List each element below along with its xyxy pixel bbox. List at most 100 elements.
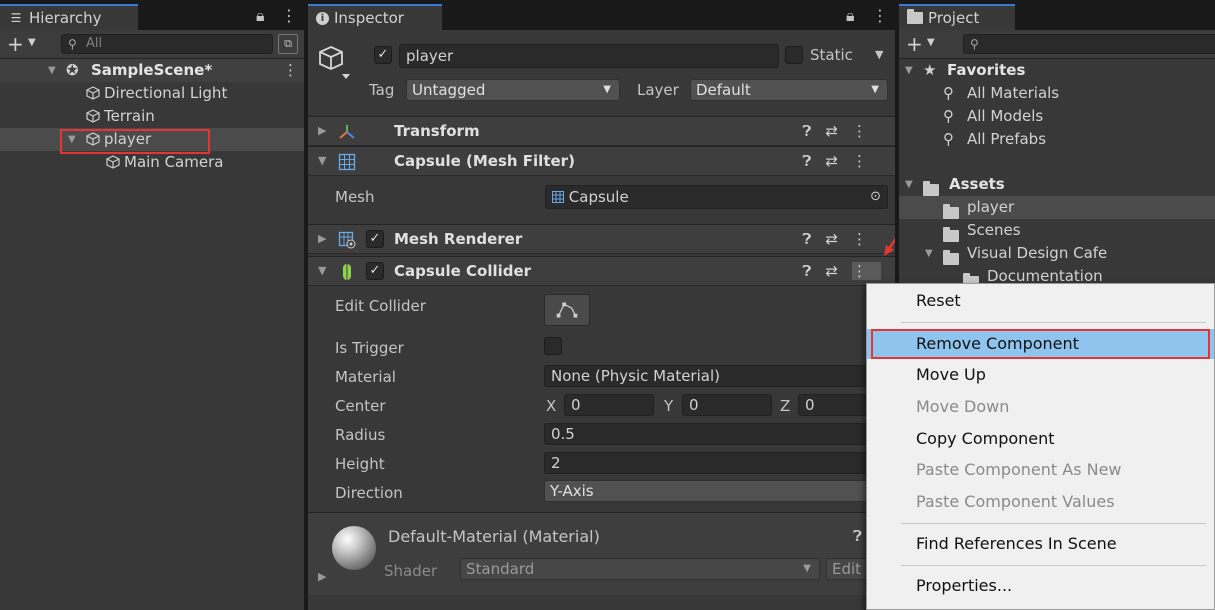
menu-item-paste-component-as-new: Paste Component As New: [916, 460, 1122, 479]
menu-item-move-up[interactable]: Move Up: [867, 360, 1214, 390]
foldout-expanded-icon[interactable]: ▼: [905, 59, 913, 82]
radius-label: Radius: [335, 426, 386, 444]
kebab-menu-icon[interactable]: ⋮: [281, 6, 297, 25]
component-menu-icon[interactable]: ⋮: [852, 152, 881, 170]
tag-value: Untagged: [412, 81, 486, 99]
dropdown-arrow-icon[interactable]: ▼: [28, 37, 36, 48]
mesh-renderer-header[interactable]: ▶ ✓ Mesh Renderer ❓︎⇄⋮: [308, 224, 895, 254]
search-icon: ⚲: [943, 130, 954, 148]
asset-folder-item[interactable]: ▼ Visual Design Cafe: [899, 242, 1215, 265]
scene-row[interactable]: ▼ ✪ SampleScene* ⋮: [0, 59, 304, 82]
gameobject-cube-icon: [86, 109, 100, 123]
project-toolbar: + ▼ ⚲: [899, 30, 1215, 59]
static-checkbox[interactable]: [785, 46, 803, 64]
gameobject-cube-icon: [86, 86, 100, 100]
material-asset-name: Default-Material (Material): [388, 527, 600, 546]
object-name-field[interactable]: player: [399, 44, 779, 68]
asset-folder-label: Scenes: [967, 221, 1021, 239]
radius-field[interactable]: 0.5: [544, 423, 874, 445]
help-icon[interactable]: ❓︎: [802, 122, 825, 140]
menu-item-copy-component[interactable]: Copy Component: [867, 424, 1214, 454]
help-icon[interactable]: ❓︎: [802, 230, 825, 248]
active-checkbox[interactable]: ✓: [374, 46, 392, 64]
height-field[interactable]: 2: [544, 452, 874, 474]
unity-logo-icon: ✪: [66, 61, 79, 79]
is-trigger-checkbox[interactable]: [544, 337, 562, 355]
project-search-input[interactable]: ⚲: [963, 34, 1215, 54]
direction-dropdown[interactable]: Y-Axis: [544, 480, 874, 502]
center-z-label: Z: [780, 397, 791, 415]
help-icon[interactable]: ❓︎: [802, 262, 825, 280]
hierarchy-item[interactable]: Terrain: [0, 105, 304, 128]
foldout-expanded-icon[interactable]: ▼: [318, 257, 326, 285]
kebab-menu-icon[interactable]: ⋮: [872, 6, 888, 25]
center-z-field[interactable]: 0: [798, 394, 874, 416]
favorites-row[interactable]: ▼ ★ Favorites: [899, 59, 1215, 82]
center-x-field[interactable]: 0: [564, 394, 654, 416]
gameobject-cube-icon[interactable]: [318, 44, 352, 82]
tab-inspector[interactable]: i Inspector: [308, 4, 442, 30]
layer-dropdown[interactable]: Default ▼: [690, 79, 888, 101]
presets-icon[interactable]: ⇄: [825, 152, 852, 170]
physic-material-field[interactable]: None (Physic Material): [544, 365, 874, 387]
mesh-field[interactable]: Capsule ⊙: [545, 185, 888, 209]
add-icon[interactable]: +: [7, 32, 24, 56]
presets-icon[interactable]: ⇄: [825, 122, 852, 140]
dropdown-arrow-icon[interactable]: ▼: [927, 37, 935, 48]
inspector-panel: i Inspector 🔒︎ ⋮ ✓ player Static ▼ Tag U…: [308, 0, 895, 610]
favorite-item[interactable]: ⚲ All Prefabs: [899, 128, 1215, 151]
tag-dropdown[interactable]: Untagged ▼: [406, 79, 620, 101]
tab-project-label: Project: [928, 9, 980, 27]
foldout-expanded-icon[interactable]: ▼: [318, 147, 326, 175]
lock-icon[interactable]: 🔒︎: [846, 6, 855, 26]
foldout-collapsed-icon[interactable]: ▶: [318, 570, 326, 583]
foldout-expanded-icon[interactable]: ▼: [905, 173, 913, 196]
presets-icon[interactable]: ⇄: [825, 262, 852, 280]
component-menu-icon[interactable]: ⋮: [852, 230, 881, 248]
tab-project[interactable]: Project: [899, 4, 1015, 30]
favorite-item[interactable]: ⚲ All Models: [899, 105, 1215, 128]
object-picker-icon[interactable]: ⊙: [870, 186, 881, 208]
material-section: [308, 513, 895, 595]
favorite-item[interactable]: ⚲ All Materials: [899, 82, 1215, 105]
tab-inspector-label: Inspector: [334, 9, 404, 27]
scene-view-icon[interactable]: ⧉: [278, 34, 298, 54]
presets-icon[interactable]: ⇄: [825, 230, 852, 248]
foldout-expanded-icon[interactable]: ▼: [48, 59, 56, 82]
hierarchy-item[interactable]: Directional Light: [0, 82, 304, 105]
mesh-renderer-enabled-checkbox[interactable]: ✓: [366, 230, 384, 248]
static-dropdown-icon[interactable]: ▼: [875, 48, 883, 61]
assets-row[interactable]: ▼ Assets: [899, 173, 1215, 196]
menu-item-reset[interactable]: Reset: [867, 286, 1214, 316]
hierarchy-item[interactable]: Main Camera: [0, 151, 304, 174]
hierarchy-search-input[interactable]: ⚲ All: [61, 34, 273, 54]
asset-folder-label: player: [967, 198, 1015, 216]
asset-folder-item-selected[interactable]: player: [899, 196, 1215, 219]
add-icon[interactable]: +: [906, 32, 923, 56]
capsule-collider-enabled-checkbox[interactable]: ✓: [366, 262, 384, 280]
shader-dropdown[interactable]: Standard ▼: [460, 558, 820, 580]
edit-collider-button[interactable]: [544, 294, 590, 326]
direction-label: Direction: [335, 484, 403, 502]
mesh-icon: [552, 191, 564, 203]
edit-bounds-icon: [556, 302, 578, 318]
foldout-collapsed-icon[interactable]: ▶: [318, 225, 326, 253]
menu-item-properties[interactable]: Properties...: [867, 571, 1214, 601]
lock-icon[interactable]: 🔒︎: [256, 6, 265, 26]
scene-menu-icon[interactable]: ⋮: [283, 59, 298, 82]
material-sphere-preview: [332, 526, 376, 570]
menu-item-find-references[interactable]: Find References In Scene: [867, 529, 1214, 559]
foldout-expanded-icon[interactable]: ▼: [925, 242, 933, 265]
capsule-collider-header[interactable]: ▼ ✓ Capsule Collider ❓︎⇄⋮: [308, 256, 895, 286]
help-icon[interactable]: ❓︎: [802, 152, 825, 170]
help-icon[interactable]: ❓︎: [853, 527, 862, 545]
foldout-collapsed-icon[interactable]: ▶: [318, 117, 326, 145]
project-tabbar: Project: [899, 0, 1215, 30]
component-menu-icon[interactable]: ⋮: [852, 122, 881, 140]
center-y-field[interactable]: 0: [682, 394, 772, 416]
transform-header[interactable]: ▶ Transform ❓︎⇄⋮: [308, 116, 895, 146]
tab-hierarchy[interactable]: ☰ Hierarchy: [0, 4, 138, 30]
mesh-filter-header[interactable]: ▼ Capsule (Mesh Filter) ❓︎⇄⋮: [308, 146, 895, 176]
component-menu-icon[interactable]: ⋮: [852, 262, 881, 280]
asset-folder-item[interactable]: Scenes: [899, 219, 1215, 242]
